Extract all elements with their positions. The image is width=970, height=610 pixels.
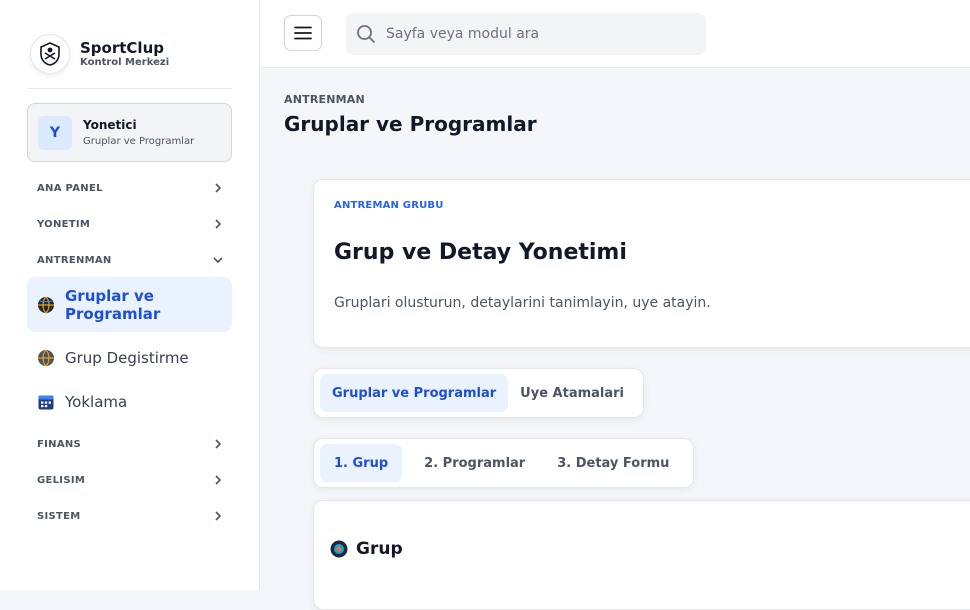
hero-card: ANTREMAN GRUBU Grup ve Detay Yonetimi Gr… [313, 179, 970, 348]
avatar: Y [38, 115, 72, 150]
grup-icon [330, 540, 348, 558]
sidebar-item-yoklama[interactable]: Yoklama [27, 391, 232, 413]
divider [28, 88, 232, 89]
sidebar: SportClup Kontrol Merkezi Y Yonetici Gru… [0, 0, 260, 590]
nav-section-label: ANTRENMAN [37, 254, 112, 266]
nav-section-sistem[interactable]: SISTEM [27, 504, 232, 528]
chevron-down-icon [213, 257, 223, 264]
nav-section-gelisim[interactable]: GELISIM [27, 468, 232, 492]
tab-uye-atamalari[interactable]: Uye Atamalari [508, 374, 636, 412]
user-role: Gruplar ve Programlar [83, 136, 195, 147]
grup-section-card: Grup [313, 500, 970, 610]
page-title: Gruplar ve Programlar [284, 112, 537, 136]
tab-step-detay-formu[interactable]: 3. Detay Formu [543, 444, 683, 482]
sidebar-item-grup-degistirme[interactable]: Grup Degistirme [27, 347, 232, 369]
search-bar [346, 13, 706, 55]
chevron-right-icon [215, 219, 222, 229]
nav-section-label: YONETIM [37, 218, 91, 230]
chevron-right-icon [215, 475, 222, 485]
topbar [260, 0, 970, 68]
globe-icon [38, 296, 54, 314]
sidebar-item-label: Gruplar ve Programlar [65, 286, 161, 323]
nav-section-yonetim[interactable]: YONETIM [27, 212, 232, 236]
search-input[interactable] [384, 25, 684, 43]
step-tabs: 1. Grup 2. Programlar 3. Detay Formu [313, 438, 694, 488]
search-icon [357, 25, 375, 43]
chevron-right-icon [215, 183, 222, 193]
calendar-icon [38, 395, 54, 410]
hero-tag: ANTREMAN GRUBU [334, 200, 444, 211]
chevron-right-icon [215, 511, 222, 521]
user-name: Yonetici [83, 118, 137, 132]
hamburger-icon [294, 26, 312, 40]
hero-title: Grup ve Detay Yonetimi [334, 240, 627, 265]
sidebar-item-label: Yoklama [65, 393, 128, 411]
nav-section-label: GELISIM [37, 474, 86, 486]
user-card[interactable]: Y Yonetici Gruplar ve Programlar [27, 103, 232, 162]
tab-gruplar-ve-programlar[interactable]: Gruplar ve Programlar [320, 374, 509, 412]
brand-name: SportClup [80, 39, 164, 58]
brand[interactable]: SportClup Kontrol Merkezi [30, 34, 169, 74]
nav-section-antrenman[interactable]: ANTRENMAN [27, 248, 232, 272]
globe-icon [38, 349, 54, 367]
hero-description: Gruplari olusturun, detaylarini tanimlay… [334, 295, 711, 311]
main-tabs: Gruplar ve Programlar Uye Atamalari [313, 368, 644, 418]
sidebar-item-gruplar-ve-programlar[interactable]: Gruplar ve Programlar [27, 277, 232, 332]
section-title: Grup [356, 539, 403, 559]
menu-button[interactable] [284, 15, 322, 51]
tab-step-grup[interactable]: 1. Grup [320, 444, 403, 482]
brand-subtitle: Kontrol Merkezi [80, 56, 170, 68]
nav-section-label: FINANS [37, 438, 82, 450]
nav-section-label: ANA PANEL [37, 182, 103, 194]
logo-icon [30, 34, 70, 74]
breadcrumb: ANTRENMAN [284, 93, 365, 106]
nav-section-label: SISTEM [37, 510, 81, 522]
nav-section-finans[interactable]: FINANS [27, 432, 232, 456]
tab-step-programlar[interactable]: 2. Programlar [402, 444, 543, 482]
chevron-right-icon [215, 439, 222, 449]
sidebar-item-label: Grup Degistirme [65, 349, 189, 367]
nav-section-ana-panel[interactable]: ANA PANEL [27, 176, 232, 200]
